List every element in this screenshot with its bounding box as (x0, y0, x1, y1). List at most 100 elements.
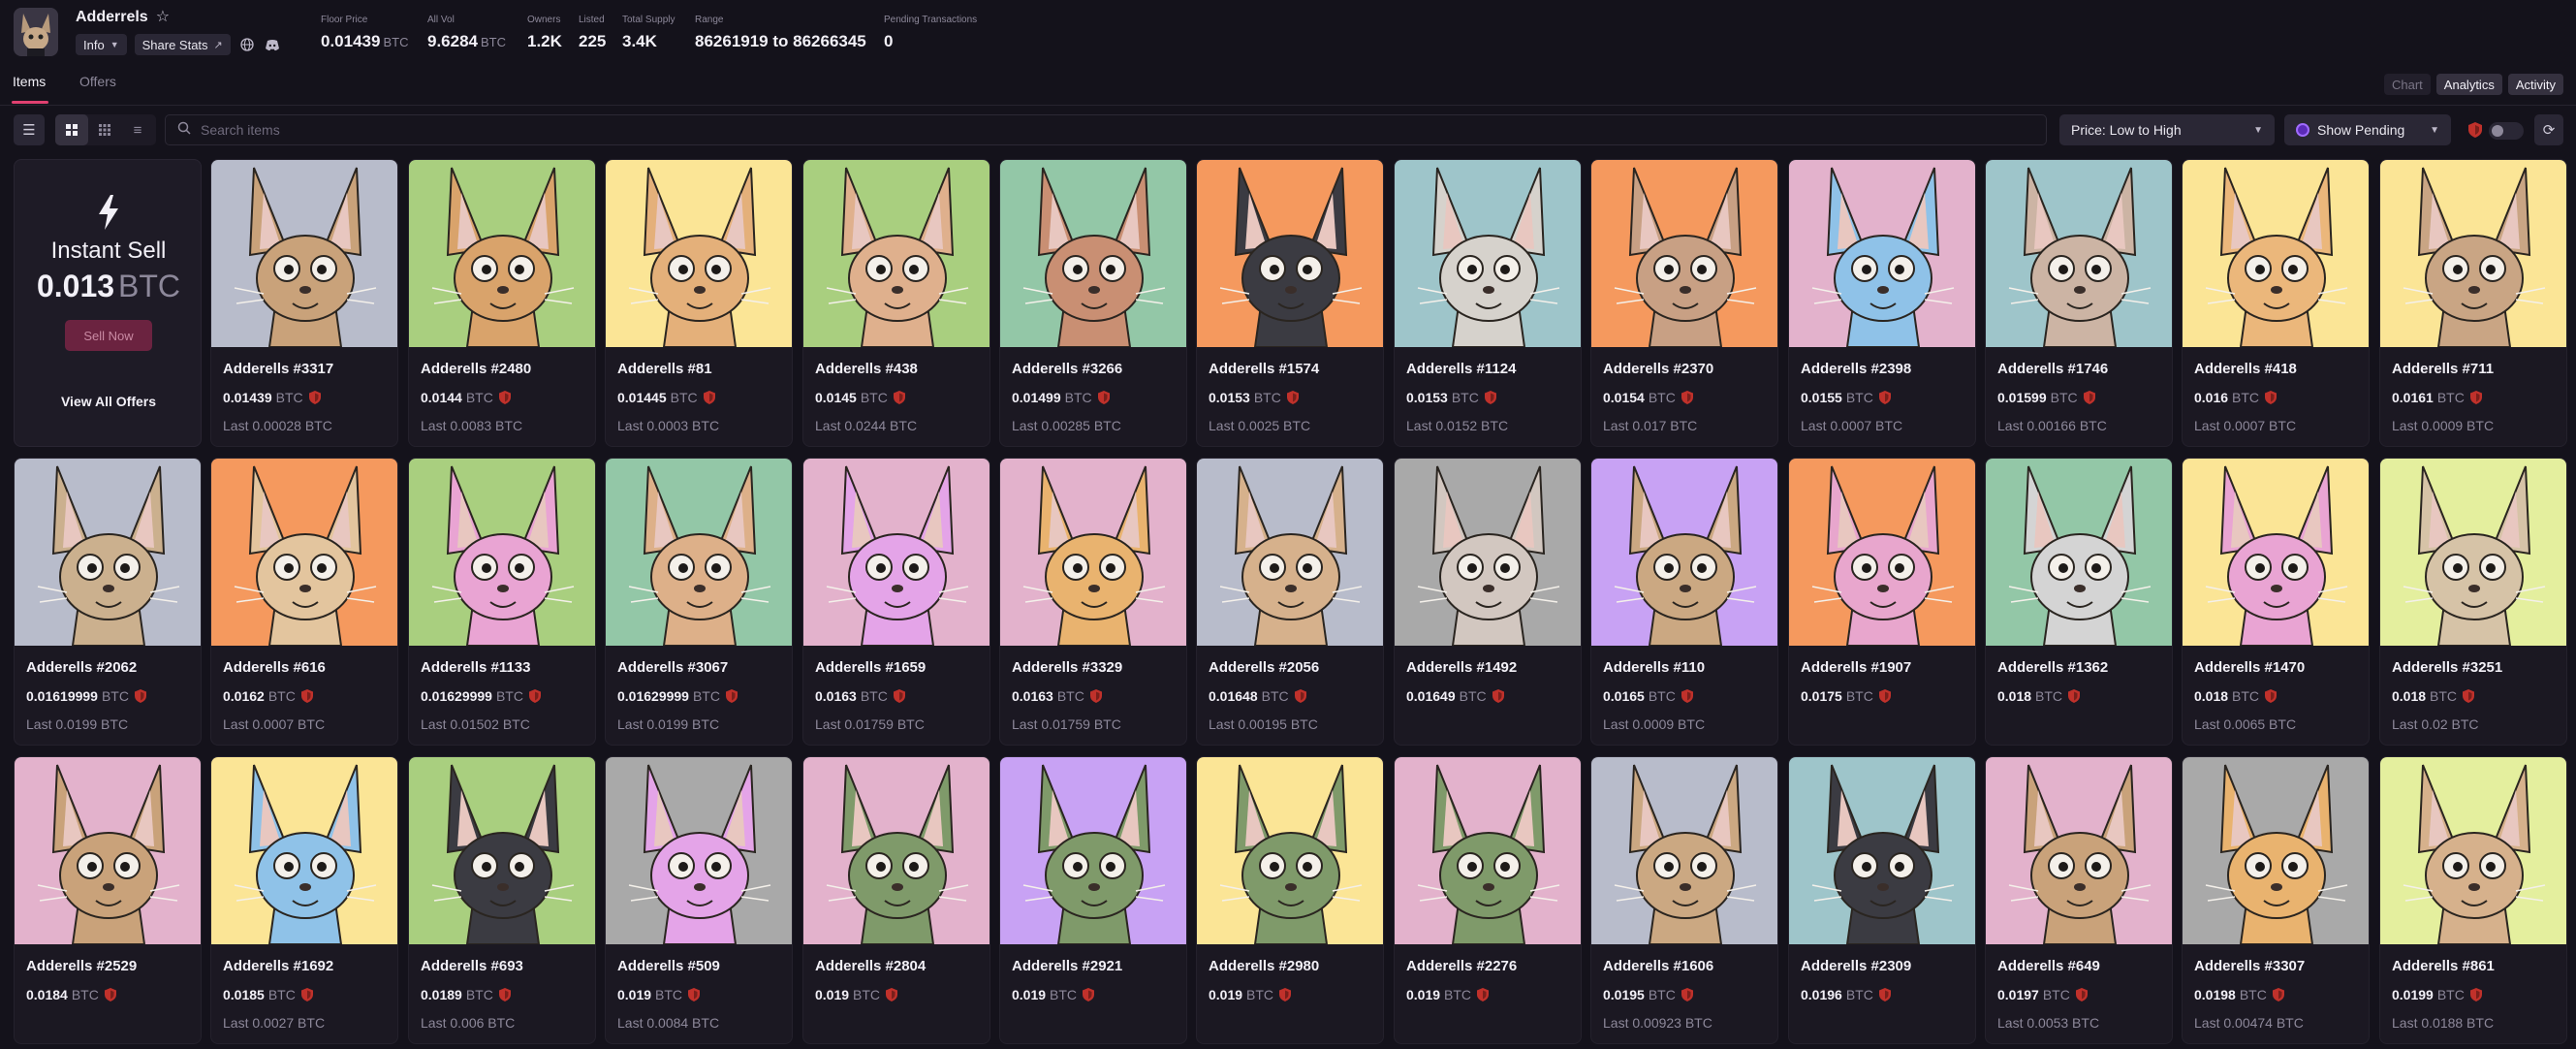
nft-last-sale: Last 0.0027 BTC (223, 1015, 326, 1031)
stat-value: 3.4K (622, 32, 657, 50)
nft-card[interactable]: Adderells #693 0.0189 BTC Last 0.006 BTC (408, 756, 596, 1044)
sell-now-button[interactable]: Sell Now (65, 320, 152, 351)
nft-card[interactable]: Adderells #1470 0.018 BTC Last 0.0065 BTC (2182, 458, 2370, 746)
stat-unit: BTC (383, 35, 409, 49)
nft-name: Adderells #1124 (1406, 361, 1517, 377)
nft-card[interactable]: Adderells #3307 0.0198 BTC Last 0.00474 BTC (2182, 756, 2370, 1044)
verified-shield-icon (1681, 988, 1693, 1001)
nft-price-value: 0.01649 (1406, 688, 1456, 704)
nft-card[interactable]: Adderells #418 0.016 BTC Last 0.0007 BTC (2182, 159, 2370, 447)
nft-card[interactable]: Adderells #711 0.0161 BTC Last 0.0009 BTC (2379, 159, 2567, 447)
refresh-button[interactable]: ⟳ (2534, 114, 2563, 145)
nft-price-value: 0.016 (2194, 390, 2229, 405)
verified-shield-icon (1492, 689, 1504, 703)
nft-last-sale: Last 0.0007 BTC (1801, 418, 1903, 433)
nft-card[interactable]: Adderells #3251 0.018 BTC Last 0.02 BTC (2379, 458, 2567, 746)
verified-shield-icon (2068, 689, 2081, 703)
verified-shield-icon (2272, 988, 2284, 1001)
nft-card[interactable]: Adderells #2980 0.019 BTC (1196, 756, 1384, 1044)
nft-card[interactable]: Adderells #1606 0.0195 BTC Last 0.00923 BTC (1590, 756, 1778, 1044)
stat-owners: Owners 1.2K (527, 15, 562, 51)
nft-price: 0.0145 BTC (815, 390, 905, 405)
nft-card[interactable]: Adderells #1492 0.01649 BTC (1394, 458, 1582, 746)
nft-card[interactable]: Adderells #2480 0.0144 BTC Last 0.0083 BTC (408, 159, 596, 447)
verified-shield-icon (1878, 988, 1891, 1001)
nft-card[interactable]: Adderells #2056 0.01648 BTC Last 0.00195 BT… (1196, 458, 1384, 746)
favorite-star-icon[interactable]: ☆ (156, 10, 170, 25)
tab-offers[interactable]: Offers (79, 70, 116, 102)
nft-card[interactable]: Adderells #2804 0.019 BTC (802, 756, 990, 1044)
view-all-offers-link[interactable]: View All Offers (15, 394, 203, 409)
verified-shield-icon (893, 391, 905, 404)
tab-items[interactable]: Items (13, 70, 46, 102)
nft-card[interactable]: Adderells #649 0.0197 BTC Last 0.0053 BTC (1985, 756, 2173, 1044)
verified-only-toggle[interactable] (2489, 122, 2524, 140)
nft-card[interactable]: Adderells #1362 0.018 BTC (1985, 458, 2173, 746)
nft-image (606, 160, 792, 347)
verified-shield-icon (1484, 391, 1496, 404)
nft-card[interactable]: Adderells #2309 0.0196 BTC (1788, 756, 1976, 1044)
stat-label: Owners (527, 15, 561, 25)
stat-value: 1.2K (527, 32, 562, 50)
nft-price-value: 0.0189 (421, 987, 462, 1002)
discord-icon[interactable] (264, 36, 281, 53)
stat-label: Total Supply (622, 15, 675, 25)
nft-card[interactable]: Adderells #3329 0.0163 BTC Last 0.01759 BTC (999, 458, 1187, 746)
instant-sell-card: Instant Sell 0.013 BTC Sell Now View All … (14, 159, 202, 447)
nft-card[interactable]: Adderells #1124 0.0153 BTC Last 0.0152 BTC (1394, 159, 1582, 447)
tab-activity[interactable]: Activity (2507, 74, 2563, 95)
list-view-button[interactable]: ≡ (121, 114, 154, 145)
nft-card[interactable]: Adderells #3266 0.01499 BTC Last 0.00285 BT… (999, 159, 1187, 447)
tab-chart[interactable]: Chart (2384, 74, 2431, 95)
info-dropdown-button[interactable]: Info ▼ (76, 34, 127, 55)
large-grid-view-button[interactable] (55, 114, 88, 145)
nft-card[interactable]: Adderells #2370 0.0154 BTC Last 0.017 BTC (1590, 159, 1778, 447)
nft-card[interactable]: Adderells #81 0.01445 BTC Last 0.0003 BTC (605, 159, 793, 447)
nft-card[interactable]: Adderells #1692 0.0185 BTC Last 0.0027 BTC (210, 756, 398, 1044)
nft-card[interactable]: Adderells #2529 0.0184 BTC (14, 756, 202, 1044)
nft-last-sale: Last 0.02 BTC (2392, 716, 2479, 732)
pending-select[interactable]: Show Pending ▼ (2284, 114, 2451, 145)
small-grid-view-button[interactable] (88, 114, 121, 145)
nft-card[interactable]: Adderells #861 0.0199 BTC Last 0.0188 BTC (2379, 756, 2567, 1044)
view-tabs: Chart Analytics Activity (2384, 74, 2563, 95)
nft-last-sale: Last 0.017 BTC (1603, 418, 1698, 433)
nft-price-value: 0.0165 (1603, 688, 1645, 704)
share-stats-button[interactable]: Share Stats ↗ (134, 34, 231, 55)
nft-price: 0.01445 BTC (617, 390, 715, 405)
nft-card[interactable]: Adderells #509 0.019 BTC Last 0.0084 BTC (605, 756, 793, 1044)
stat-label: All Vol (427, 15, 455, 25)
sort-select[interactable]: Price: Low to High ▼ (2059, 114, 2275, 145)
nft-card[interactable]: Adderells #1574 0.0153 BTC Last 0.0025 BTC (1196, 159, 1384, 447)
nft-card[interactable]: Adderells #3317 0.01439 BTC Last 0.00028 BT… (210, 159, 398, 447)
nft-price-unit: BTC (1845, 987, 1873, 1002)
nft-name: Adderells #81 (617, 361, 712, 377)
verified-shield-icon (893, 689, 905, 703)
nft-card[interactable]: Adderells #1907 0.0175 BTC (1788, 458, 1976, 746)
nft-card[interactable]: Adderells #438 0.0145 BTC Last 0.0244 BTC (802, 159, 990, 447)
verified-shield-icon (2265, 689, 2278, 703)
nft-card[interactable]: Adderells #616 0.0162 BTC Last 0.0007 BTC (210, 458, 398, 746)
nft-card[interactable]: Adderells #2921 0.019 BTC (999, 756, 1187, 1044)
nft-card[interactable]: Adderells #1746 0.01599 BTC Last 0.00166 BT… (1985, 159, 2173, 447)
nft-card[interactable]: Adderells #110 0.0165 BTC Last 0.0009 BTC (1590, 458, 1778, 746)
tab-analytics[interactable]: Analytics (2435, 74, 2502, 95)
nft-price-unit: BTC (267, 688, 296, 704)
nft-card[interactable]: Adderells #1133 0.01629999 BTC Last 0.01502… (408, 458, 596, 746)
nft-last-sale: Last 0.00195 BTC (1209, 716, 1318, 732)
filter-button[interactable]: ☰ (14, 114, 45, 145)
stat-value: 0 (884, 32, 894, 50)
globe-icon[interactable] (238, 36, 256, 53)
search-input[interactable] (201, 122, 1945, 138)
nft-card[interactable]: Adderells #2276 0.019 BTC (1394, 756, 1582, 1044)
nft-price-unit: BTC (71, 987, 99, 1002)
filter-icon: ☰ (22, 122, 36, 139)
nft-card[interactable]: Adderells #2062 0.01619999 BTC Last 0.0199 … (14, 458, 202, 746)
nft-card[interactable]: Adderells #3067 0.01629999 BTC Last 0.0199 … (605, 458, 793, 746)
nft-price-value: 0.0154 (1603, 390, 1645, 405)
header-divider (0, 105, 2576, 106)
nft-price-unit: BTC (860, 688, 888, 704)
nft-card[interactable]: Adderells #2398 0.0155 BTC Last 0.0007 BTC (1788, 159, 1976, 447)
nft-card[interactable]: Adderells #1659 0.0163 BTC Last 0.01759 BTC (802, 458, 990, 746)
nft-price-unit: BTC (2050, 390, 2078, 405)
